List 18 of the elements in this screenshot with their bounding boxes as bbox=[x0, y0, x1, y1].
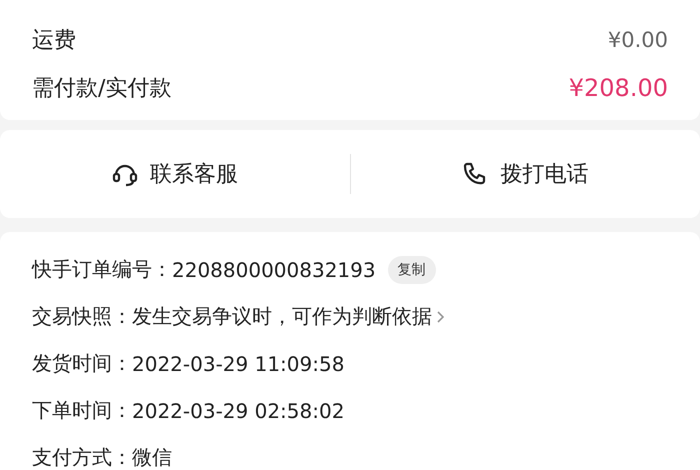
detail-label: 快手订单编号： bbox=[32, 256, 172, 283]
copy-button[interactable]: 复制 bbox=[388, 256, 436, 284]
detail-label: 交易快照： bbox=[32, 303, 132, 330]
fee-label: 运费 bbox=[32, 27, 76, 55]
fee-amount: ¥0.00 bbox=[608, 28, 668, 52]
fee-amount: ¥208.00 bbox=[568, 74, 668, 102]
detail-label: 发货时间： bbox=[32, 350, 132, 377]
detail-label: 下单时间： bbox=[32, 397, 132, 424]
detail-value: 2022-03-29 11:09:58 bbox=[132, 352, 344, 376]
customer-service-button[interactable]: 联系客服 bbox=[0, 130, 350, 218]
chevron-right-icon bbox=[436, 310, 445, 324]
detail-value: 2022-03-29 02:58:02 bbox=[132, 398, 344, 422]
detail-value: 2208800000832193 bbox=[172, 258, 376, 282]
call-button[interactable]: 拨打电话 bbox=[350, 130, 700, 218]
detail-value[interactable]: 发生交易争议时，可作为判断依据 bbox=[132, 303, 432, 330]
detail-value: 微信 bbox=[132, 444, 172, 470]
fee-label: 需付款/实付款 bbox=[32, 75, 172, 103]
detail-label: 支付方式： bbox=[32, 444, 132, 470]
